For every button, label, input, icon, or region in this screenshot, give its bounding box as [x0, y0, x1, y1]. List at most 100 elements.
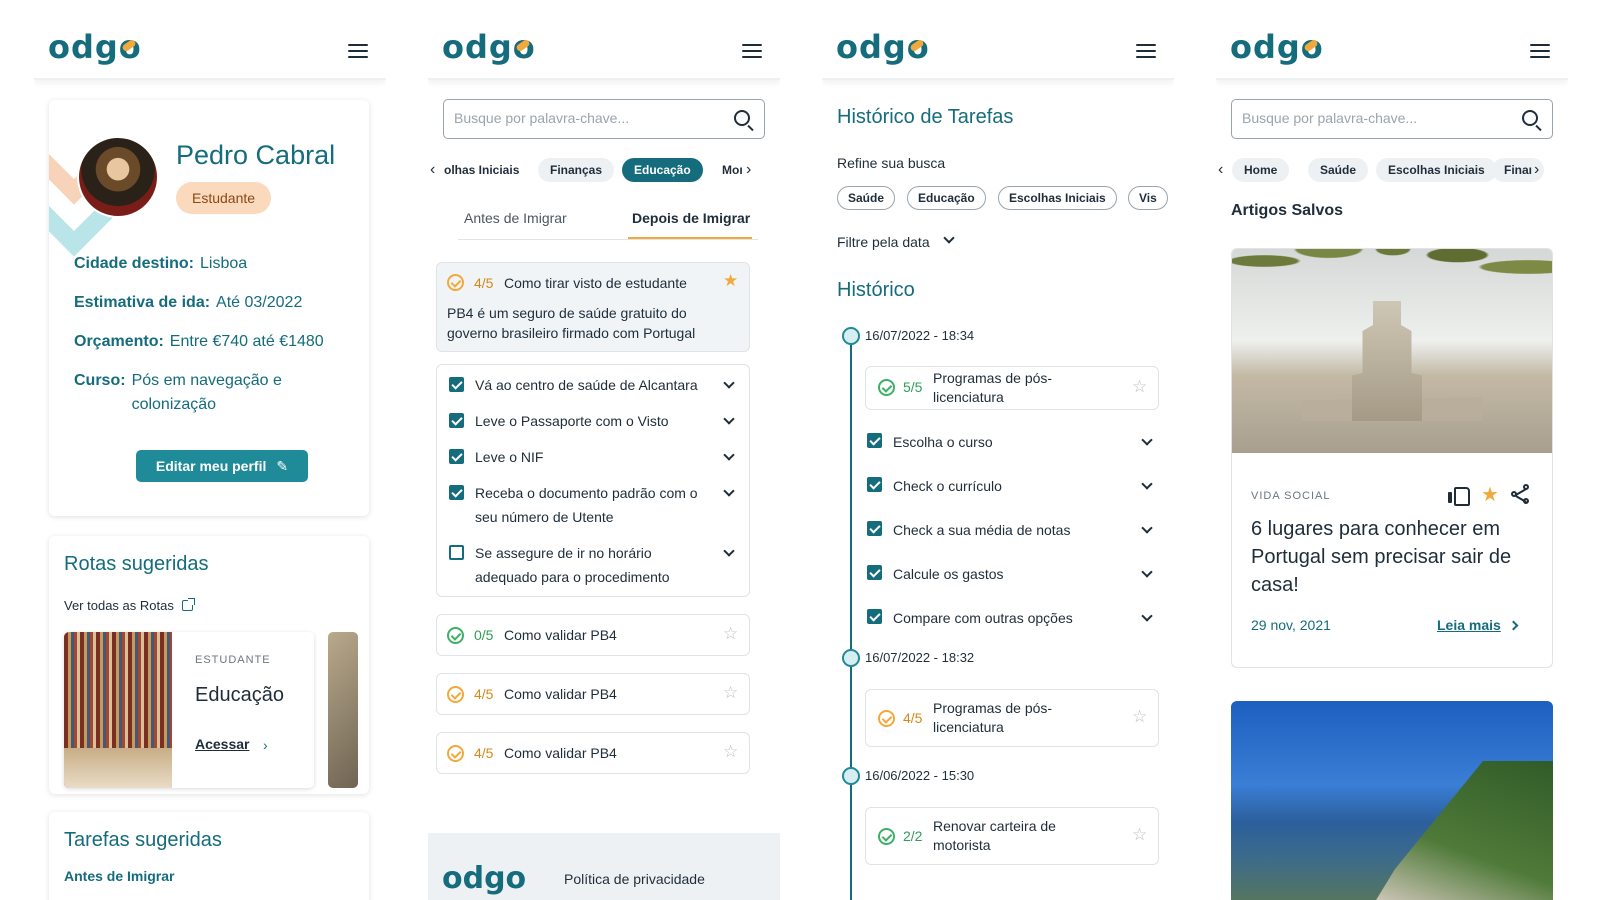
logo[interactable]: odgo — [836, 28, 930, 66]
checkbox[interactable] — [867, 433, 882, 448]
history-subitem[interactable]: Calcule os gastos — [867, 562, 1159, 586]
chevron-down-icon[interactable] — [1141, 434, 1153, 446]
chevron-down-icon[interactable] — [723, 485, 735, 497]
search-input[interactable] — [454, 110, 714, 126]
thumbs-up-icon[interactable] — [1448, 485, 1470, 506]
hamburger-menu-icon[interactable] — [1136, 44, 1156, 58]
star-outline-icon[interactable]: ☆ — [1132, 377, 1147, 397]
history-subitem[interactable]: Escolha o curso — [867, 430, 1159, 454]
chevron-down-icon[interactable] — [723, 377, 735, 389]
read-more-link[interactable]: Leia mais — [1437, 617, 1501, 633]
checkbox[interactable] — [867, 609, 882, 624]
suggested-tasks-subtitle[interactable]: Antes de Imigrar — [64, 868, 174, 884]
history-card[interactable]: 2/2 Renovar carteira de motorista ☆ — [865, 807, 1159, 865]
checkbox[interactable] — [449, 449, 464, 464]
chip-home[interactable]: Home — [1232, 158, 1290, 182]
checkbox[interactable] — [867, 477, 882, 492]
history-subitem[interactable]: Check a sua média de notas — [867, 518, 1159, 542]
chip-escolhas-iniciais[interactable]: olhas Iniciais — [440, 158, 523, 182]
see-all-routes-link[interactable]: Ver todas as Rotas — [64, 598, 195, 613]
privacy-policy-link[interactable]: Política de privacidade — [564, 871, 705, 887]
history-subitem[interactable]: Check o currículo — [867, 474, 1159, 498]
hamburger-menu-icon[interactable] — [1530, 44, 1550, 58]
chevron-down-icon[interactable] — [723, 449, 735, 461]
logo[interactable]: odgo — [1230, 28, 1324, 66]
checkbox[interactable] — [449, 545, 464, 560]
task-count: 4/5 — [474, 745, 494, 761]
task-card-visa[interactable]: 4/5 Como tirar visto de estudante ★ PB4 … — [436, 262, 750, 352]
star-outline-icon[interactable]: ☆ — [723, 624, 738, 644]
history-card[interactable]: 4/5 Programas de pós-licenciatura ☆ — [865, 689, 1159, 747]
date-filter-toggle[interactable]: Filtre pela data — [837, 234, 930, 250]
star-icon[interactable]: ★ — [723, 271, 738, 291]
star-outline-icon[interactable]: ☆ — [723, 683, 738, 703]
chip-saude[interactable]: Saúde — [1308, 158, 1369, 182]
hamburger-menu-icon[interactable] — [348, 44, 368, 58]
filter-chip-educacao[interactable]: Educação — [907, 186, 986, 210]
share-icon[interactable] — [1511, 484, 1531, 504]
checkbox[interactable] — [449, 485, 464, 500]
checkbox[interactable] — [449, 413, 464, 428]
history-subitem[interactable]: Compare com outras opções — [867, 606, 1159, 630]
progress-check-icon — [447, 274, 464, 291]
top-bar: odgo — [34, 0, 386, 80]
chevron-left-icon[interactable]: ‹ — [430, 161, 435, 179]
chip-escolhas-iniciais[interactable]: Escolhas Iniciais — [1376, 158, 1497, 182]
route-title: Educação — [195, 684, 284, 706]
star-outline-icon[interactable]: ☆ — [723, 742, 738, 762]
checkbox[interactable] — [867, 565, 882, 580]
route-tile-education[interactable]: ESTUDANTE Educação Acessar › — [64, 632, 314, 788]
chevron-down-icon[interactable] — [1141, 566, 1153, 578]
chevron-down-icon[interactable] — [1141, 522, 1153, 534]
task-card[interactable]: 4/5 Como validar PB4 ☆ — [436, 732, 750, 774]
profile-card: Pedro Cabral Estudante Cidade destino: Li… — [49, 100, 369, 516]
tab-depois[interactable]: Depois de Imigrar — [632, 210, 750, 226]
history-card[interactable]: 5/5 Programas de pós-licenciatura ☆ — [865, 366, 1159, 410]
task-count: 4/5 — [474, 686, 494, 702]
filter-chip-escolhas[interactable]: Escolhas Iniciais — [998, 186, 1117, 210]
search-input[interactable] — [1242, 110, 1502, 126]
tab-antes[interactable]: Antes de Imigrar — [464, 210, 567, 226]
search-box — [1231, 99, 1553, 139]
checkbox[interactable] — [867, 521, 882, 536]
star-icon[interactable]: ★ — [1481, 482, 1499, 507]
chevron-down-icon[interactable] — [723, 545, 735, 557]
search-icon[interactable] — [1522, 110, 1538, 126]
route-tile-next[interactable] — [328, 632, 358, 788]
logo[interactable]: odgo — [442, 28, 536, 66]
chevron-right-icon[interactable]: › — [746, 161, 751, 179]
tasks-screen: odgo ‹ olhas Iniciais Finanças Educação … — [428, 0, 780, 900]
hamburger-menu-icon[interactable] — [742, 44, 762, 58]
access-link[interactable]: Acessar — [195, 736, 250, 752]
star-outline-icon[interactable]: ☆ — [1132, 707, 1147, 727]
task-card[interactable]: 0/5 Como validar PB4 ☆ — [436, 614, 750, 656]
chevron-down-icon[interactable] — [943, 232, 955, 244]
search-icon[interactable] — [734, 110, 750, 126]
chevron-down-icon[interactable] — [1141, 478, 1153, 490]
logo[interactable]: odgo — [48, 28, 142, 66]
chip-educacao[interactable]: Educação — [622, 158, 703, 182]
star-outline-icon[interactable]: ☆ — [1132, 825, 1147, 845]
checklist: Vá ao centro de saúde de Alcantara Leve … — [436, 364, 750, 597]
chevron-right-icon: › — [263, 737, 268, 753]
chevron-down-icon[interactable] — [723, 413, 735, 425]
footer-logo[interactable]: odgo — [442, 861, 526, 896]
chevron-down-icon[interactable] — [1141, 610, 1153, 622]
article-card-image[interactable] — [1231, 701, 1553, 900]
progress-check-icon — [447, 627, 464, 644]
active-tab-indicator — [628, 237, 752, 239]
info-row-city: Cidade destino: Lisboa — [74, 255, 248, 272]
filter-chip-saude[interactable]: Saúde — [837, 186, 896, 210]
checkbox[interactable] — [449, 377, 464, 392]
article-card[interactable]: VIDA SOCIAL ★ 6 lugares para conhecer em… — [1231, 248, 1553, 668]
footer: odgo Política de privacidade — [428, 833, 780, 900]
top-bar: odgo — [822, 0, 1174, 80]
chevron-right-icon[interactable]: › — [1534, 161, 1539, 179]
task-card[interactable]: 4/5 Como validar PB4 ☆ — [436, 673, 750, 715]
chevron-left-icon[interactable]: ‹ — [1218, 161, 1223, 179]
edit-profile-button[interactable]: Editar meu perfil ✎ — [136, 450, 308, 482]
tabs: Antes de Imigrar Depois de Imigrar — [458, 208, 758, 240]
chip-financas[interactable]: Finanças — [538, 158, 615, 182]
top-bar: odgo — [428, 0, 780, 80]
filter-chip-more[interactable]: Vis — [1128, 186, 1168, 210]
